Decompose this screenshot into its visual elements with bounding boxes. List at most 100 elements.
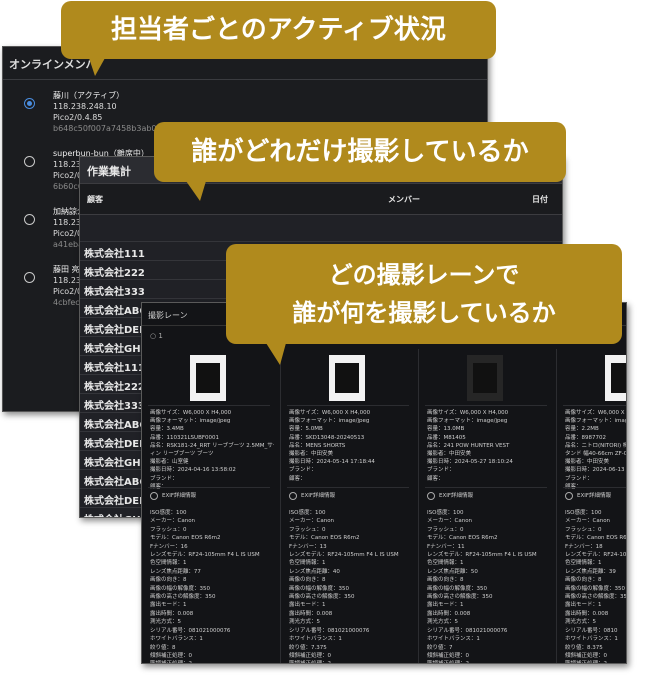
info-line: 品番：M81405 — [427, 434, 466, 441]
exif-line: 画像の向き：8 — [150, 577, 187, 584]
info-icon — [427, 491, 435, 500]
column-header-client[interactable]: 顧客 — [87, 194, 103, 205]
info-line: 品名：MENS SHORTS — [289, 442, 346, 449]
exif-line: 測光方式：5 — [289, 619, 320, 626]
info-icon — [565, 491, 573, 500]
exif-line: メーカー：Canon — [289, 518, 335, 525]
divider — [148, 405, 270, 406]
exif-line: ISO感度：100 — [150, 510, 187, 516]
cell-client: 株式会社DEF — [84, 325, 146, 336]
cell-client: 株式会社GHI — [84, 511, 144, 517]
info-line: 品番：8987702 — [565, 434, 606, 441]
exif-line: レンズ焦点距離：39 — [565, 568, 616, 575]
exif-line: ISO感度：100 — [565, 510, 602, 516]
exif-line: 画像の向き：8 — [565, 577, 602, 584]
cell-client: 株式会社333 — [84, 401, 145, 412]
exif-details: ISO感度：100 メーカー：Canon フラッシュ：0 モデル：Canon EOS … — [565, 509, 627, 663]
info-line: ィン リーブブーツ ブーツ — [150, 451, 214, 458]
exif-header[interactable]: EXIF詳細情報 — [427, 491, 473, 500]
exif-line: 色空間情報：1 — [427, 560, 464, 567]
divider — [287, 487, 409, 488]
exif-line: 色空間情報：1 — [150, 560, 187, 567]
exif-line: モデル：Canon EOS R6m2 — [565, 535, 627, 542]
member-radio[interactable] — [24, 156, 35, 167]
info-line: 撮影日時：2024-04-16 13:58:02 — [150, 467, 236, 474]
product-thumbnail[interactable] — [467, 355, 503, 401]
exif-line: フラッシュ：0 — [150, 526, 187, 533]
column-header-member[interactable]: メンバー — [388, 194, 420, 205]
exif-line: 傾斜補正処理：0 — [565, 652, 607, 659]
info-line: 画像フォーマット：image/jpeg — [427, 418, 508, 425]
exif-line: 露出時間：0.008 — [289, 610, 333, 617]
cell-client: 株式会社333 — [84, 287, 145, 298]
info-line: 容量：2.2MB — [565, 426, 599, 433]
exif-line: レンズモデル：RF24-105mm — [565, 552, 627, 559]
info-line: ブランド： — [150, 475, 178, 482]
info-line: 品名：ニトロ(NITORI) 棒 — [565, 442, 627, 449]
exif-header-label: EXIF詳細情報 — [162, 493, 197, 499]
cell-client: 株式会社222 — [84, 268, 145, 279]
divider — [425, 487, 547, 488]
callout-tail — [186, 181, 206, 201]
lane-column: 画像サイズ：W6,000 X H4,000 画像フォーマット：image/jpeg… — [142, 349, 276, 663]
exif-line: 画像の高さの解像度：350 — [565, 594, 627, 601]
exif-line: フラッシュ：0 — [289, 526, 326, 533]
info-line: 品番：110321LSUBF0001 — [150, 434, 220, 441]
exif-line: Fナンバー：13 — [289, 543, 327, 550]
member-radio[interactable] — [24, 98, 35, 109]
info-line: 顧客： — [427, 475, 444, 482]
exif-header[interactable]: EXIF詳細情報 — [565, 491, 611, 500]
exif-line: フラッシュ：0 — [427, 526, 464, 533]
exif-details: ISO感度：100 メーカー：Canon フラッシュ：0 モデル：Canon EOS … — [427, 509, 551, 663]
cell-client: 株式会社GHI — [84, 344, 145, 355]
callout-shooting-volume: 誰がどれだけ撮影しているか — [154, 122, 566, 201]
info-line: タンド 幅40-66cm ZF-0 — [565, 451, 627, 458]
info-line: ブランド： — [565, 475, 593, 482]
cell-client: 株式会社ABC — [84, 420, 147, 431]
exif-line: Fナンバー：11 — [427, 543, 465, 550]
member-name: 藤川（アクティブ） — [53, 91, 125, 100]
exif-line: 画像の向き：8 — [289, 577, 326, 584]
exif-line: シリアル番号：081021000076 — [150, 627, 231, 634]
product-thumbnail[interactable] — [190, 355, 226, 401]
info-line: 撮影日時：2024-06-13 1 — [565, 467, 627, 474]
exif-line: ホワイトバランス：1 — [150, 636, 203, 643]
exif-line: メーカー：Canon — [427, 518, 473, 525]
callout-lane-usage-line1: どの撮影レーンで — [328, 261, 520, 289]
exif-line: 画像の幅の解像度：350 — [427, 585, 487, 592]
exif-line: 傾斜補正処理：0 — [150, 652, 192, 659]
product-thumbnail[interactable] — [605, 355, 626, 401]
exif-header-label: EXIF詳細情報 — [577, 493, 612, 499]
member-radio[interactable] — [24, 272, 35, 283]
info-line: 画像フォーマット：image/jpeg — [289, 418, 370, 425]
exif-header[interactable]: EXIF詳細情報 — [150, 491, 196, 500]
lane-column: 画像サイズ：W6,000 X H4,000 画像フォーマット：image/jpeg… — [280, 349, 415, 663]
divider — [287, 405, 409, 406]
exif-line: 絞り値：8.375 — [565, 644, 603, 651]
info-line: 品名：241 POW HUNTER VEST — [427, 442, 510, 449]
exif-line: 露出時間：0.008 — [427, 610, 471, 617]
exif-line: 階調補正処理：2 — [565, 660, 626, 663]
exif-line: ISO感度：100 — [289, 510, 326, 516]
info-line: 品番：SKD13048-20240513 — [289, 434, 365, 441]
exif-line: 露出時間：0.008 — [565, 610, 609, 617]
member-radio[interactable] — [24, 214, 35, 225]
exif-line: Fナンバー：18 — [565, 543, 603, 550]
cell-client: 株式会社222 — [84, 382, 145, 393]
exif-line: 露出モード：1 — [150, 602, 187, 609]
exif-line: 露出モード：1 — [289, 602, 326, 609]
summary-table-blank-row — [80, 215, 562, 242]
exif-line: メーカー：Canon — [150, 518, 196, 525]
exif-header[interactable]: EXIF詳細情報 — [289, 491, 335, 500]
exif-header-label: EXIF詳細情報 — [301, 493, 336, 499]
lane-column: 画像サイズ：W6,000 X H4,000 画像フォーマット：image/jpeg… — [418, 349, 553, 663]
lane-column: 画像サイズ：W6,000 X H4,000 画像フォーマット：image/jpeg… — [556, 349, 627, 663]
exif-line: 測光方式：5 — [427, 619, 458, 626]
column-header-date[interactable]: 日付 — [532, 194, 548, 205]
lane-label[interactable]: ○ 1 — [150, 332, 163, 340]
exif-line: フラッシュ：0 — [565, 526, 602, 533]
callout-tail — [89, 58, 105, 76]
product-shape — [473, 363, 497, 393]
info-line: 撮影者：中田安美 — [565, 459, 610, 466]
product-thumbnail[interactable] — [329, 355, 365, 401]
